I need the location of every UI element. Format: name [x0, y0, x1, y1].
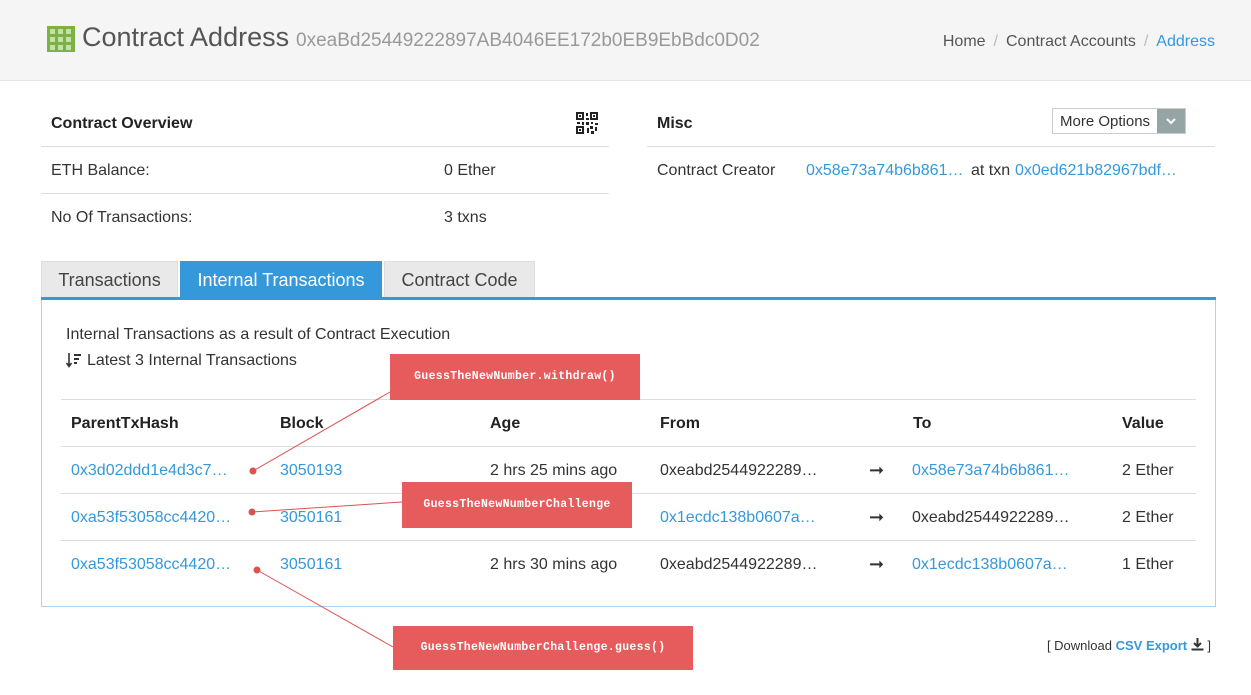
csv-export: [ Download CSV Export ]	[1047, 638, 1211, 653]
download-icon[interactable]	[1191, 638, 1204, 651]
download-bracket-open: [ Download	[1046, 638, 1112, 653]
annotation-lines	[248, 391, 403, 648]
annotation-challenge: GuessTheNewNumberChallenge	[402, 482, 632, 528]
annotation-guess: GuessTheNewNumberChallenge.guess()	[393, 626, 693, 670]
download-bracket-close: ]	[1207, 638, 1211, 653]
csv-export-link[interactable]: CSV Export	[1116, 638, 1188, 653]
annotation-withdraw: GuessTheNewNumber.withdraw()	[390, 354, 640, 400]
